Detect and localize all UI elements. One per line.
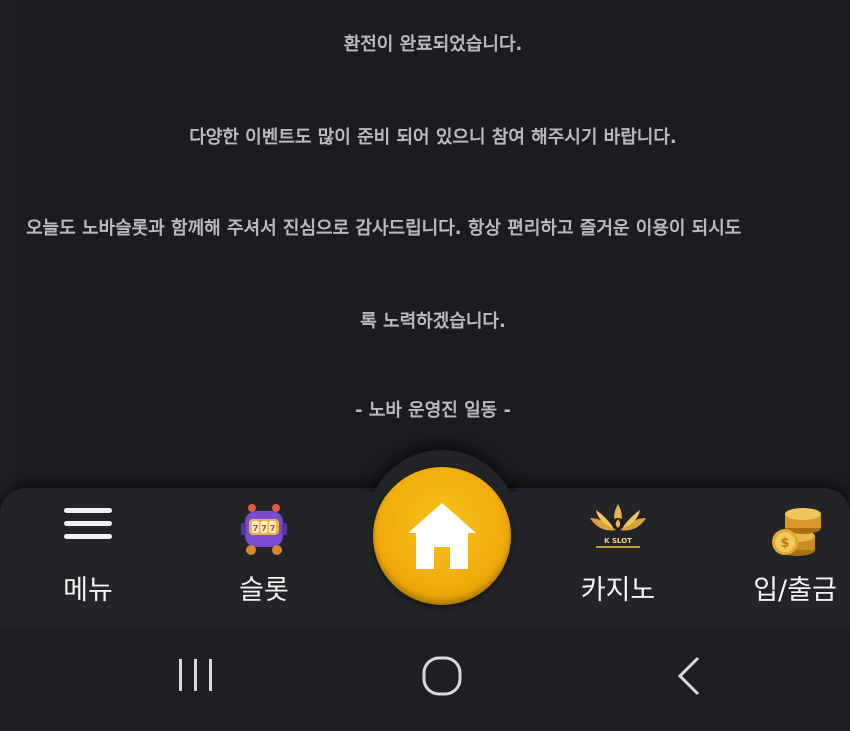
slot-machine-icon: 7 7 7 — [241, 504, 287, 555]
casino-logo-text: K SLOT — [604, 537, 632, 545]
nav-menu-button[interactable]: 메뉴 — [38, 500, 138, 610]
notice-signature: - 노바 운영진 일동 - — [355, 400, 511, 421]
system-home-button[interactable] — [420, 654, 464, 698]
gold-coins-icon: $ — [772, 508, 821, 556]
notice-content: 환전이 완료되었습니다. 다양한 이벤트도 많이 준비 되어 있으니 참여 해주… — [16, 0, 850, 500]
nav-deposit-withdraw-button[interactable]: $ 입/출금 — [740, 500, 850, 610]
svg-text:7: 7 — [270, 524, 276, 533]
svg-text:7: 7 — [261, 524, 267, 533]
nav-slot-button[interactable]: 7 7 7 슬롯 — [214, 500, 314, 610]
home-icon — [408, 503, 476, 569]
notice-line-2: 다양한 이벤트도 많이 준비 되어 있으니 참여 해주시기 바랍니다. — [189, 127, 677, 148]
notice-line-1: 환전이 완료되었습니다. — [343, 34, 523, 55]
recents-button[interactable] — [176, 656, 216, 696]
svg-text:7: 7 — [253, 524, 259, 533]
notice-line-4: 록 노력하겠습니다. — [360, 311, 506, 332]
recents-icon — [179, 659, 212, 691]
circle-home-icon — [422, 656, 462, 696]
back-chevron-icon — [677, 656, 700, 696]
nav-casino-label: 카지노 — [580, 575, 656, 606]
home-button[interactable] — [373, 467, 511, 605]
notice-line-3: 오늘도 노바슬롯과 함께해 주셔서 진심으로 감사드립니다. 항상 편리하고 즐… — [26, 218, 742, 239]
nav-slot-label: 슬롯 — [239, 575, 289, 606]
system-navigation-bar — [0, 628, 850, 731]
app-screen: 환전이 완료되었습니다. 다양한 이벤트도 많이 준비 되어 있으니 참여 해주… — [0, 0, 850, 731]
nav-deposit-withdraw-label: 입/출금 — [753, 575, 837, 606]
nav-casino-button[interactable]: K SLOT 카지노 — [564, 500, 672, 610]
nav-menu-label: 메뉴 — [63, 575, 113, 606]
hamburger-menu-icon — [64, 508, 112, 539]
system-back-button[interactable] — [674, 654, 704, 698]
casino-logo-icon: K SLOT — [590, 504, 646, 548]
svg-text:$: $ — [780, 536, 789, 551]
